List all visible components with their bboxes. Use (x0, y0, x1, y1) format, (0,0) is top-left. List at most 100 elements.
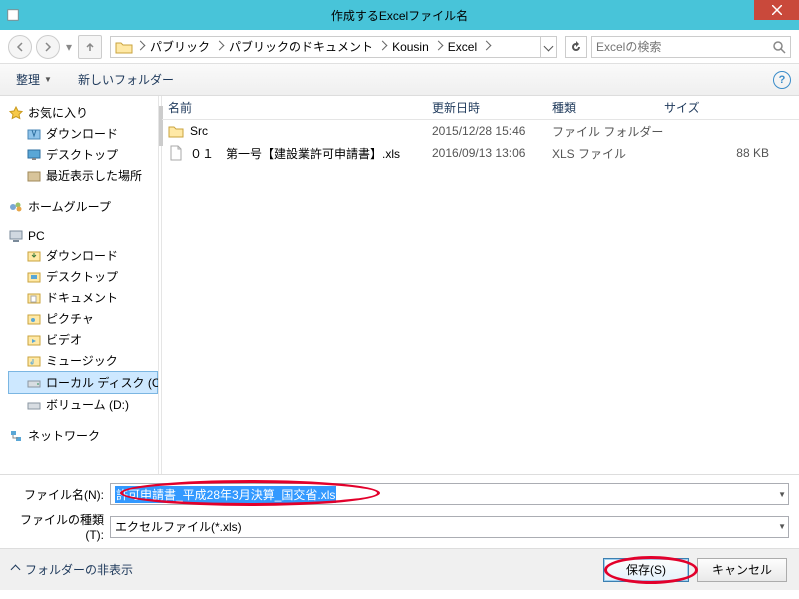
folder-icon (168, 123, 184, 139)
chevron-right-icon (135, 41, 146, 52)
sidebar-item-label: デスクトップ (46, 146, 118, 163)
sidebar-item-label: ダウンロード (46, 125, 118, 142)
filename-label: ファイル名(N): (10, 486, 110, 503)
folder-icon (26, 249, 42, 263)
filename-input[interactable]: 許可申請書_平成28年3月決算_国交省.xls ▼ (110, 483, 789, 505)
filetype-row: ファイルの種類(T): エクセルファイル(*.xls) ▼ (10, 511, 789, 542)
arrow-up-icon (85, 42, 95, 52)
search-input[interactable] (596, 40, 772, 54)
cancel-label: キャンセル (712, 561, 772, 578)
recent-icon (26, 169, 42, 183)
sidebar-item-music[interactable]: ミュージック (8, 350, 158, 371)
breadcrumb[interactable]: パブリック パブリックのドキュメント Kousin Excel (110, 36, 557, 58)
sidebar-item-label: ボリューム (D:) (46, 396, 129, 413)
sidebar-label: PC (28, 229, 45, 243)
organize-button[interactable]: 整理 ▼ (8, 68, 62, 91)
sidebar-item-volume-d[interactable]: ボリューム (D:) (8, 394, 158, 415)
sidebar-homegroup[interactable]: ホームグループ (8, 196, 158, 217)
sidebar-item-label: ピクチャ (46, 310, 94, 327)
desktop-icon (26, 148, 42, 162)
new-folder-button[interactable]: 新しいフォルダー (70, 68, 184, 91)
filetype-value: エクセルファイル(*.xls) (115, 518, 242, 535)
column-headers: 名前 更新日時 種類 サイズ (162, 96, 799, 120)
sidebar-item-label: ビデオ (46, 331, 82, 348)
arrow-right-icon (43, 42, 53, 52)
nav-history-drop[interactable]: ▾ (64, 40, 74, 54)
help-button[interactable]: ? (773, 71, 791, 89)
breadcrumb-item[interactable]: パブリックのドキュメント (225, 38, 377, 55)
file-icon (168, 145, 184, 161)
file-type: XLS ファイル (552, 145, 664, 162)
file-row[interactable]: Src 2015/12/28 15:46 ファイル フォルダー (162, 120, 799, 142)
col-date[interactable]: 更新日時 (426, 99, 546, 116)
hide-folders-label: フォルダーの非表示 (25, 561, 133, 578)
breadcrumb-item[interactable]: Excel (444, 40, 481, 54)
filename-row: ファイル名(N): 許可申請書_平成28年3月決算_国交省.xls ▼ (10, 483, 789, 505)
sidebar-item-downloads[interactable]: ダウンロード (8, 123, 158, 144)
breadcrumb-item[interactable]: パブリック (146, 38, 214, 55)
sidebar-item-documents[interactable]: ドキュメント (8, 287, 158, 308)
network-icon (8, 429, 24, 443)
app-icon (0, 0, 26, 30)
toolbar: 整理 ▼ 新しいフォルダー ? (0, 64, 799, 96)
breadcrumb-dropdown[interactable] (540, 37, 556, 57)
sidebar-item-desktop[interactable]: デスクトップ (8, 144, 158, 165)
breadcrumb-item[interactable]: Kousin (388, 40, 433, 54)
footer: フォルダーの非表示 保存(S) キャンセル (0, 548, 799, 590)
chevron-down-icon[interactable]: ▼ (778, 490, 786, 499)
chevron-up-icon (11, 565, 21, 575)
sidebar-item-label: ミュージック (46, 352, 118, 369)
file-date: 2015/12/28 15:46 (432, 124, 552, 138)
close-button[interactable] (754, 0, 799, 20)
sidebar-item-label: デスクトップ (46, 268, 118, 285)
drive-icon (26, 398, 42, 412)
hide-folders-button[interactable]: フォルダーの非表示 (12, 561, 133, 578)
star-icon (8, 106, 24, 120)
col-type[interactable]: 種類 (546, 99, 658, 116)
sidebar-item-recent[interactable]: 最近表示した場所 (8, 165, 158, 186)
col-name[interactable]: 名前 (162, 99, 426, 116)
sidebar-item-label: ダウンロード (46, 247, 118, 264)
chevron-right-icon (377, 41, 388, 52)
close-icon (772, 5, 782, 15)
sidebar-label: お気に入り (28, 104, 88, 121)
folder-icon (26, 333, 42, 347)
filetype-select[interactable]: エクセルファイル(*.xls) ▼ (110, 516, 789, 538)
dialog-body: お気に入り ダウンロード デスクトップ 最近表示した場所 ホームグループ PC … (0, 96, 799, 474)
chevron-right-icon (214, 41, 225, 52)
window-title: 作成するExcelファイル名 (331, 7, 468, 24)
col-size[interactable]: サイズ (658, 99, 799, 116)
file-list-panel: 名前 更新日時 種類 サイズ Src 2015/12/28 15:46 ファイル… (162, 96, 799, 474)
organize-label: 整理 (16, 71, 40, 88)
file-name: Src (190, 124, 432, 138)
pc-icon (8, 229, 24, 243)
sidebar-item-desktop[interactable]: デスクトップ (8, 266, 158, 287)
file-type: ファイル フォルダー (552, 123, 664, 140)
refresh-button[interactable] (565, 36, 587, 58)
sidebar-pc[interactable]: PC (8, 227, 158, 245)
sidebar-item-label: ドキュメント (46, 289, 118, 306)
cancel-button[interactable]: キャンセル (697, 558, 787, 582)
sidebar-item-label: ローカル ディスク (C (46, 374, 158, 391)
up-button[interactable] (78, 35, 102, 59)
folder-icon (26, 127, 42, 141)
file-date: 2016/09/13 13:06 (432, 146, 552, 160)
file-row[interactable]: ０１ 第一号【建設業許可申請書】.xls 2016/09/13 13:06 XL… (162, 142, 799, 164)
search-box[interactable] (591, 36, 791, 58)
sidebar-item-videos[interactable]: ビデオ (8, 329, 158, 350)
sidebar-item-local-disk[interactable]: ローカル ディスク (C (8, 371, 158, 394)
sidebar-item-pictures[interactable]: ピクチャ (8, 308, 158, 329)
forward-button[interactable] (36, 35, 60, 59)
sidebar-item-downloads[interactable]: ダウンロード (8, 245, 158, 266)
sidebar-favorites[interactable]: お気に入り (8, 102, 158, 123)
sidebar-network[interactable]: ネットワーク (8, 425, 158, 446)
nav-bar: ▾ パブリック パブリックのドキュメント Kousin Excel (0, 30, 799, 64)
chevron-down-icon: ▼ (44, 75, 52, 84)
homegroup-icon (8, 200, 24, 214)
back-button[interactable] (8, 35, 32, 59)
chevron-down-icon[interactable]: ▼ (778, 522, 786, 531)
chevron-right-icon (481, 41, 492, 52)
help-icon: ? (779, 74, 786, 86)
save-button[interactable]: 保存(S) (603, 558, 689, 582)
sidebar: お気に入り ダウンロード デスクトップ 最近表示した場所 ホームグループ PC … (0, 96, 158, 474)
